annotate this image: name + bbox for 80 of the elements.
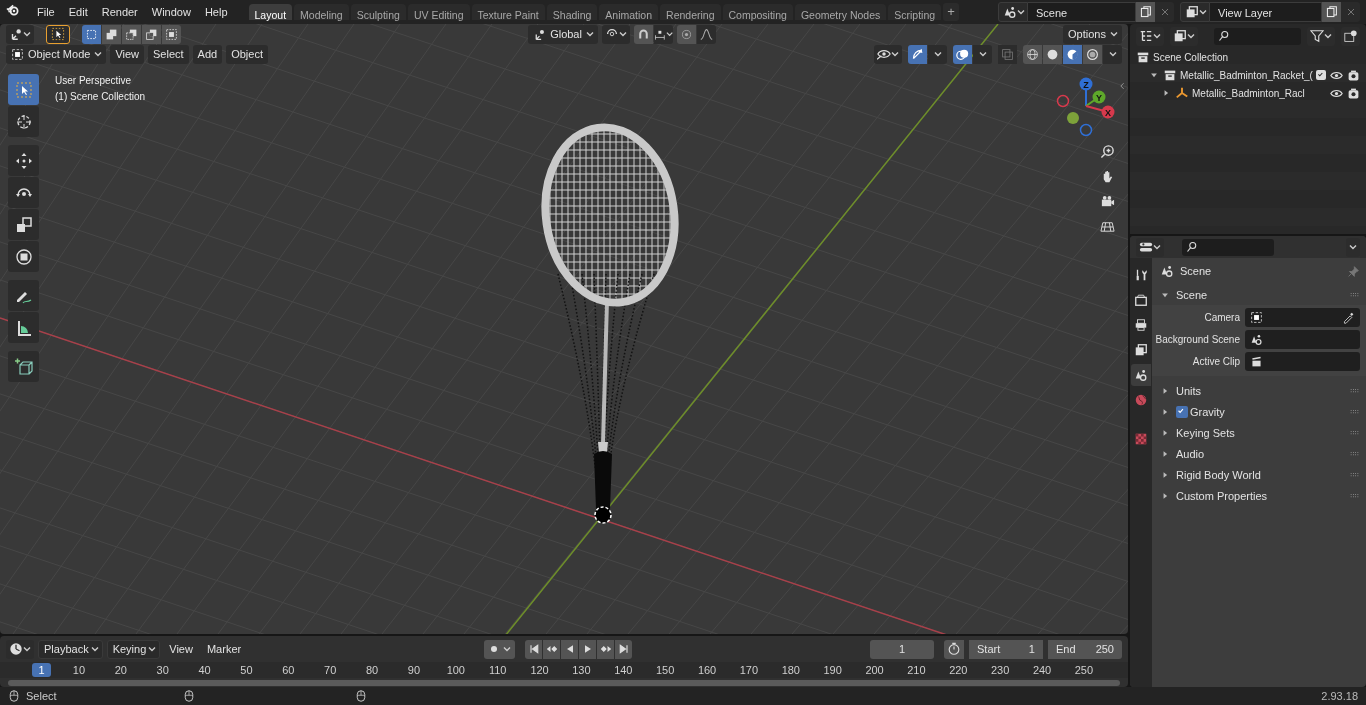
frame-number: 210 — [906, 663, 927, 678]
workspace-tab[interactable]: Animation — [599, 4, 659, 20]
context-title: Scene — [1180, 265, 1212, 277]
frame-number: 50 — [239, 663, 254, 678]
field-label: Background Scene — [1154, 334, 1241, 345]
axis-label: X — [1105, 107, 1111, 118]
menu-item[interactable]: Help — [197, 3, 235, 21]
workspace-tab[interactable]: Modeling — [294, 4, 349, 20]
panel-title[interactable]: Scene — [1176, 288, 1208, 301]
header-menu[interactable]: Add — [192, 44, 223, 64]
section-title[interactable]: Keying Sets — [1176, 426, 1235, 439]
mode-dropdown[interactable]: Object Mode — [6, 44, 107, 64]
timeline-dropdown[interactable]: Playback — [38, 639, 103, 659]
frame-number: 130 — [571, 663, 592, 678]
workspace-tab[interactable]: Shading — [546, 4, 598, 20]
frame-number: 240 — [1031, 663, 1053, 678]
field-label: Camera — [1203, 312, 1241, 323]
frame-number: 160 — [696, 663, 718, 678]
menu-item[interactable]: Window — [144, 3, 198, 21]
header-menu[interactable]: Object — [226, 44, 268, 64]
frame-number: 170 — [738, 663, 760, 678]
frame-number: 110 — [487, 663, 508, 678]
section-title[interactable]: Custom Properties — [1176, 489, 1268, 502]
playhead[interactable]: 1 — [32, 663, 51, 677]
orientation-dropdown[interactable]: Global — [528, 24, 599, 44]
outliner-item[interactable]: Scene Collection — [1153, 51, 1229, 63]
outliner-item[interactable]: Metallic_Badminton_Racket_( — [1180, 69, 1313, 81]
axis-label: Y — [1096, 92, 1102, 103]
status-hint: Select — [26, 690, 57, 702]
timeline-dropdown[interactable]: Keying — [106, 639, 161, 659]
frame-number: 230 — [990, 663, 1011, 678]
view-layer-name-field[interactable]: View Layer — [1210, 2, 1322, 22]
section-title[interactable]: Rigid Body World — [1176, 468, 1261, 481]
frame-number: 20 — [113, 663, 128, 678]
header-menu[interactable]: Select — [148, 44, 189, 64]
workspace-tab[interactable]: UV Editing — [407, 4, 470, 20]
end-frame-field[interactable]: End 250 — [1048, 639, 1122, 659]
frame-number: 220 — [948, 663, 969, 678]
outliner-item[interactable]: Metallic_Badminton_Racl — [1192, 87, 1305, 99]
menu-item[interactable]: Edit — [61, 3, 95, 21]
frame-number: 70 — [323, 663, 338, 678]
menu-item[interactable]: File — [30, 3, 62, 21]
frame-number: 60 — [281, 663, 296, 678]
header-menu[interactable]: View — [110, 44, 145, 64]
section-title[interactable]: Units — [1176, 384, 1202, 397]
frame-number: 10 — [71, 663, 87, 678]
section-title[interactable]: Gravity — [1190, 405, 1225, 418]
frame-number: 30 — [155, 663, 170, 678]
view-name-label: User Perspective — [55, 75, 133, 86]
add-workspace-button[interactable]: + — [943, 3, 960, 21]
frame-number: 40 — [197, 663, 212, 678]
version-label: 2.93.18 — [1321, 690, 1358, 702]
workspace-tab[interactable]: Geometry Nodes — [794, 4, 887, 20]
frame-number: 140 — [613, 663, 634, 678]
options-dropdown[interactable]: Options — [1063, 24, 1122, 44]
workspace-tab[interactable]: Layout — [248, 4, 293, 20]
start-frame-field[interactable]: Start 1 — [969, 639, 1043, 659]
frame-number: 100 — [445, 663, 466, 678]
workspace-tab[interactable]: Sculpting — [350, 4, 406, 20]
section-title[interactable]: Audio — [1176, 447, 1205, 460]
menu-item[interactable]: Render — [94, 3, 145, 21]
scene-name-field[interactable]: Scene — [1028, 2, 1136, 22]
current-frame-field[interactable]: 1 — [870, 639, 934, 659]
timeline-menu[interactable]: Marker — [201, 643, 247, 655]
frame-number: 90 — [406, 663, 422, 678]
frame-number: 190 — [822, 663, 843, 678]
field-label: Active Clip — [1191, 356, 1241, 367]
frame-number: 200 — [864, 663, 885, 678]
frame-number: 80 — [364, 663, 380, 678]
frame-number: 120 — [529, 663, 550, 678]
axis-label: Z — [1083, 79, 1089, 90]
frame-number: 250 — [1073, 663, 1095, 678]
frame-number: 180 — [780, 663, 801, 678]
workspace-tab[interactable]: Rendering — [660, 4, 721, 20]
collection-label: (1) Scene Collection — [55, 91, 146, 102]
workspace-tab[interactable]: Texture Paint — [471, 4, 545, 20]
workspace-tab[interactable]: Compositing — [722, 4, 793, 20]
frame-number: 150 — [655, 663, 676, 678]
timeline-menu[interactable]: View — [164, 643, 198, 655]
workspace-tab[interactable]: Scripting — [888, 4, 942, 20]
